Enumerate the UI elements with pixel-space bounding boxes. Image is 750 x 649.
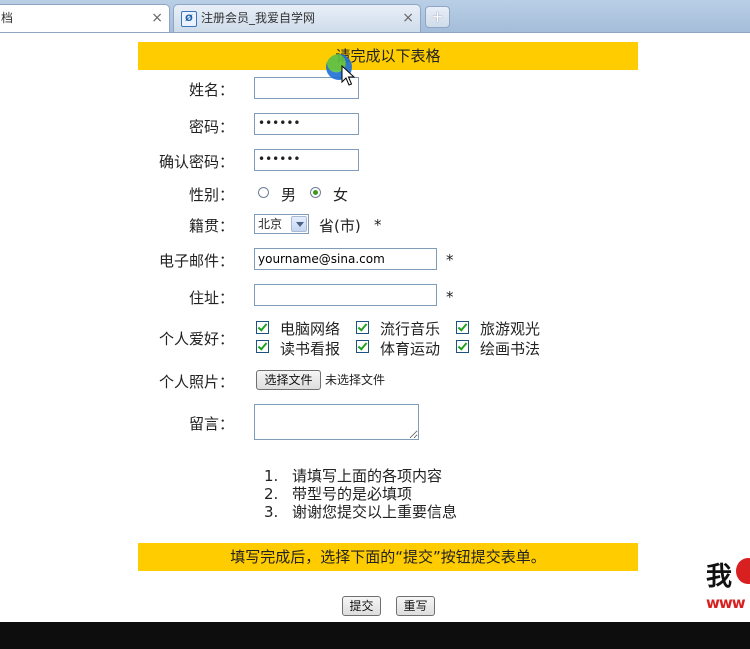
- message-label: 留言：: [188, 415, 234, 433]
- footer-instruction-banner: 填写完成后，选择下面的“提交”按钮提交表单。: [138, 543, 638, 571]
- photo-label: 个人照片：: [158, 373, 234, 391]
- hometown-selected-value: 北京: [258, 217, 283, 231]
- hobby-label-reading: 读书看报: [280, 340, 341, 358]
- tab-register-title: 注册会员_我爱自学网: [201, 11, 316, 25]
- gender-female-label: 女: [333, 186, 349, 204]
- gender-label: 性别：: [188, 186, 234, 204]
- notes-list: 1. 请填写上面的各项内容 2. 带型号的是必填项 3. 谢谢您提交以上重要信息: [264, 467, 457, 521]
- password-input[interactable]: ••••••: [254, 113, 359, 135]
- hobby-label-computer: 电脑网络: [280, 320, 341, 338]
- hometown-select[interactable]: 北京: [254, 214, 309, 234]
- hobby-label-painting: 绘画书法: [480, 340, 541, 358]
- email-label: 电子邮件：: [158, 252, 234, 270]
- tab-register[interactable]: Ø 注册会员_我爱自学网 ×: [173, 4, 421, 32]
- bottom-taskbar: [0, 622, 750, 649]
- email-required-mark: *: [446, 251, 454, 269]
- hometown-suffix: 省(市): [319, 217, 361, 235]
- hobby-checkbox-reading[interactable]: [256, 340, 269, 353]
- tab-active-close-icon[interactable]: ×: [151, 5, 163, 31]
- tab-active-title: 档: [1, 11, 14, 25]
- submit-button[interactable]: 提交: [342, 596, 381, 616]
- hobby-checkbox-computer[interactable]: [256, 321, 269, 334]
- mouse-pointer-icon: [341, 65, 355, 86]
- hometown-required-mark: *: [374, 216, 382, 234]
- hobby-label-sports: 体育运动: [380, 340, 441, 358]
- tab-active[interactable]: 档 ×: [0, 4, 170, 32]
- hobby-checkbox-travel[interactable]: [456, 321, 469, 334]
- file-status-text: 未选择文件: [325, 373, 386, 387]
- list-item: 3. 谢谢您提交以上重要信息: [264, 503, 458, 521]
- dropdown-arrow-icon: [291, 216, 307, 232]
- message-textarea[interactable]: [254, 404, 419, 440]
- confirm-password-label: 确认密码：: [158, 153, 234, 171]
- password-label: 密码：: [188, 118, 234, 136]
- address-input[interactable]: [254, 284, 437, 306]
- list-item: 1. 请填写上面的各项内容: [264, 467, 443, 485]
- gender-female-radio[interactable]: [310, 187, 321, 198]
- tab-register-close-icon[interactable]: ×: [402, 5, 414, 31]
- hobby-checkbox-sports[interactable]: [356, 340, 369, 353]
- hobbies-label: 个人爱好：: [158, 330, 234, 348]
- confirm-password-input[interactable]: ••••••: [254, 149, 359, 171]
- site-favicon-icon: Ø: [181, 11, 197, 27]
- hobby-label-music: 流行音乐: [380, 320, 441, 338]
- gender-male-radio[interactable]: [258, 187, 269, 198]
- address-required-mark: *: [446, 288, 454, 306]
- list-item: 2. 带型号的是必填项: [264, 485, 413, 503]
- reset-button[interactable]: 重写: [396, 596, 435, 616]
- form-header-banner: 请完成以下表格: [138, 42, 638, 70]
- address-label: 住址：: [188, 289, 234, 307]
- site-watermark-logo: 我 www: [706, 556, 750, 616]
- hometown-label: 籍贯：: [188, 217, 234, 235]
- hobby-checkbox-painting[interactable]: [456, 340, 469, 353]
- email-input[interactable]: [254, 248, 437, 270]
- hobby-label-travel: 旅游观光: [480, 320, 541, 338]
- name-label: 姓名：: [188, 81, 234, 99]
- browser-tab-strip: 档 × Ø 注册会员_我爱自学网 × +: [0, 0, 750, 33]
- new-tab-button[interactable]: +: [425, 6, 450, 28]
- gender-male-label: 男: [281, 186, 297, 204]
- choose-file-button[interactable]: 选择文件: [256, 370, 321, 390]
- hobby-checkbox-music[interactable]: [356, 321, 369, 334]
